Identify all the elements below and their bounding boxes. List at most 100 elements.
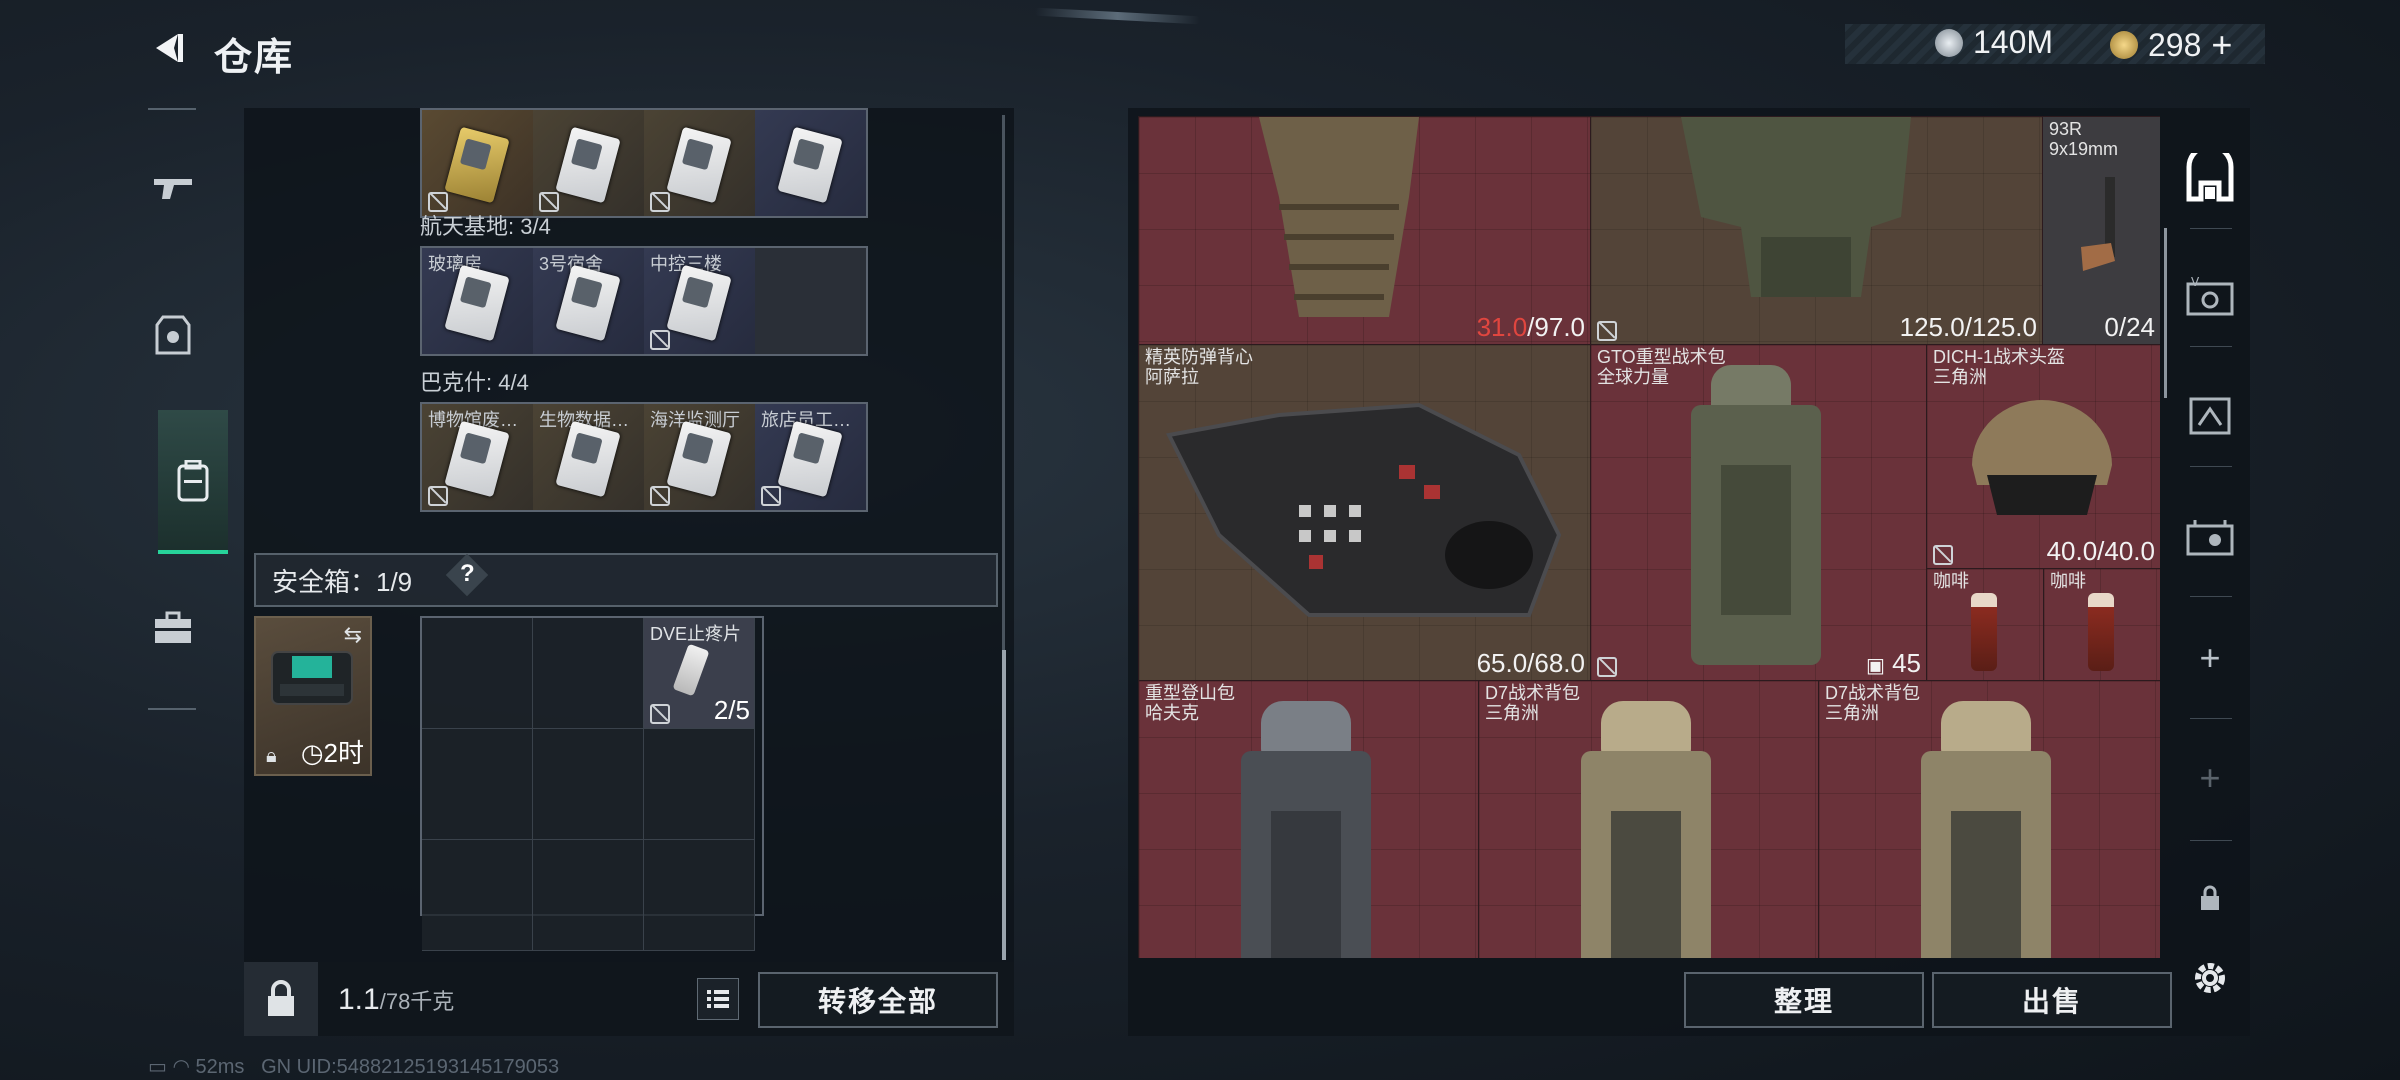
keycard-slot[interactable]: 博物馆废… [422,404,534,510]
inventory-item-coffee[interactable]: 咖啡 [2043,568,2160,682]
storage-tab-icon[interactable] [2182,150,2238,206]
inventory-item-coffee[interactable]: 咖啡 [1926,568,2045,682]
inventory-item-armor[interactable]: 31.0/97.0 [1138,116,1592,346]
gold-coin-icon [2110,31,2138,59]
status-bar: ▭ ◠ 52ms GN UID:548821251931451790​53 [148,1056,560,1078]
armor-tab-icon[interactable] [150,312,196,358]
add-currency-icon[interactable]: + [2211,24,2232,66]
inventory-item-pistol[interactable]: 93R 9x19mm 0/24 [2042,116,2160,346]
keycard-slot[interactable]: 3号宿舍 [533,248,645,354]
safe-slot-empty[interactable] [533,840,644,951]
no-bag-icon [650,192,670,212]
helmet-icon [1972,400,2112,515]
lock-button[interactable] [244,962,318,1036]
locked-slot-icon [2182,870,2238,926]
sort-button[interactable]: 整理 [1684,972,1924,1028]
inventory-item-gto-backpack[interactable]: GTO重型战术包 全球力量 ▣ 45 [1590,344,1928,682]
inventory-grid: 31.0/97.0 125.0/125.0 93R 9x19mm 0/24 精英防… [1138,116,2160,958]
keycard-slot[interactable]: 旅店员工… [755,404,866,510]
keycard-icon [777,420,843,498]
keycard-slot[interactable] [644,110,756,216]
safe-case-slot[interactable]: ⇆ 🔒︎ ◷2时 [254,616,372,776]
keycard-slot[interactable] [755,110,866,216]
rail-separator [2190,466,2232,467]
group-label: 巴克什: 4/4 [420,370,529,395]
battery-icon: ▭ [148,1056,167,1078]
safe-box-label: 安全箱：1/9 [272,567,413,597]
container-tab-icon[interactable] [2182,388,2238,444]
inventory-item-backpack[interactable]: 重型登山包 哈夫克 [1138,680,1480,958]
silver-coin-icon [1935,28,1963,57]
safe-slot-empty[interactable] [644,729,755,840]
toolbox-tab-icon[interactable] [150,605,196,651]
keycard-slot[interactable]: 海洋监测厅 [644,404,756,510]
backpack-tab-icon[interactable] [170,458,216,504]
backpack-icon [1691,365,1821,665]
currency-silver[interactable]: 140M [1935,24,2053,61]
weight-display: 1.1/78千克 [338,983,455,1016]
add-slot-disabled-icon: + [2199,757,2221,798]
keycard-slot[interactable] [422,110,534,216]
vault-tab-icon[interactable]: V [2182,268,2238,324]
keycard-icon [555,420,621,498]
rail-separator [2190,228,2232,229]
pistol-icon [2081,177,2115,271]
keycard-slot[interactable] [533,110,645,216]
add-slot-icon[interactable]: + [2182,630,2238,686]
ballistic-vest-icon [1166,402,1562,617]
armor-carrier-icon [1681,117,1911,297]
ceiling-light [1034,7,1201,25]
weapon-tab-icon[interactable] [150,165,196,211]
scrollbar-thumb[interactable] [1002,650,1006,960]
backpack-icon [1241,701,1371,958]
inventory-item-vest[interactable]: 精英防弹背心 阿萨拉 65.0/68.0 [1138,344,1592,682]
keycard-slot[interactable]: 生物数据… [533,404,645,510]
no-bag-icon [428,486,448,506]
lock-icon: 🔒︎ [266,745,277,767]
keycard-group-2: 玻璃房 3号宿舍 中控三楼 [420,246,868,356]
inventory-item-armor[interactable]: 125.0/125.0 [1590,116,2044,346]
keycard-slot[interactable]: 玻璃房 [422,248,534,354]
inventory-item-backpack[interactable]: D7战术背包 三角洲 [1478,680,1820,958]
keycard-icon [666,420,732,498]
inventory-item-helmet[interactable]: DICH-1战术头盔 三角洲 40.0/40.0 [1926,344,2160,570]
wifi-icon: ◠ [172,1056,190,1078]
backpack-icon [1921,701,2051,958]
case-tab-icon[interactable] [2182,508,2238,564]
no-bag-icon [650,330,670,350]
swap-icon[interactable]: ⇆ [344,622,362,648]
no-bag-icon [650,486,670,506]
inventory-item-backpack[interactable]: D7战术背包 三角洲 [1818,680,2160,958]
rail-divider [148,108,196,110]
safe-slot-empty[interactable] [533,618,644,729]
safe-slot-empty[interactable] [422,729,533,840]
rail-separator [2190,596,2232,597]
safe-slot-item[interactable]: DVE止疼片 2/5 [644,618,755,729]
back-arrow-icon[interactable] [148,28,188,68]
keycard-slot-empty[interactable] [755,248,866,354]
no-bag-icon [1597,321,1617,341]
keycard-slot[interactable]: 中控三楼 [644,248,756,354]
safe-slot-empty[interactable] [644,840,755,951]
no-bag-icon [1933,545,1953,565]
lock-icon [268,980,294,1016]
safe-slot-empty[interactable] [533,729,644,840]
list-view-button[interactable] [697,978,739,1020]
svg-text:V: V [2191,275,2200,289]
no-bag-icon [650,704,670,724]
keycard-group-3: 博物馆废… 生物数据… 海洋监测厅 旅店员工… [420,402,868,512]
no-bag-icon [761,486,781,506]
safe-box-grid: DVE止疼片 2/5 [420,616,764,951]
settings-gear-icon[interactable] [2182,950,2238,1006]
keycard-icon [777,126,843,204]
inventory-scrollbar[interactable] [2164,228,2167,398]
help-icon[interactable]: ? [460,560,475,588]
rail-divider [148,708,196,710]
sell-button[interactable]: 出售 [1932,972,2172,1028]
safe-slot-empty[interactable] [422,618,533,729]
transfer-all-button[interactable]: 转移全部 [758,972,998,1028]
keycard-icon [444,264,510,342]
backpack-icon [1581,701,1711,958]
safe-slot-empty[interactable] [422,840,533,951]
currency-gold[interactable]: 298 + [2110,24,2232,66]
